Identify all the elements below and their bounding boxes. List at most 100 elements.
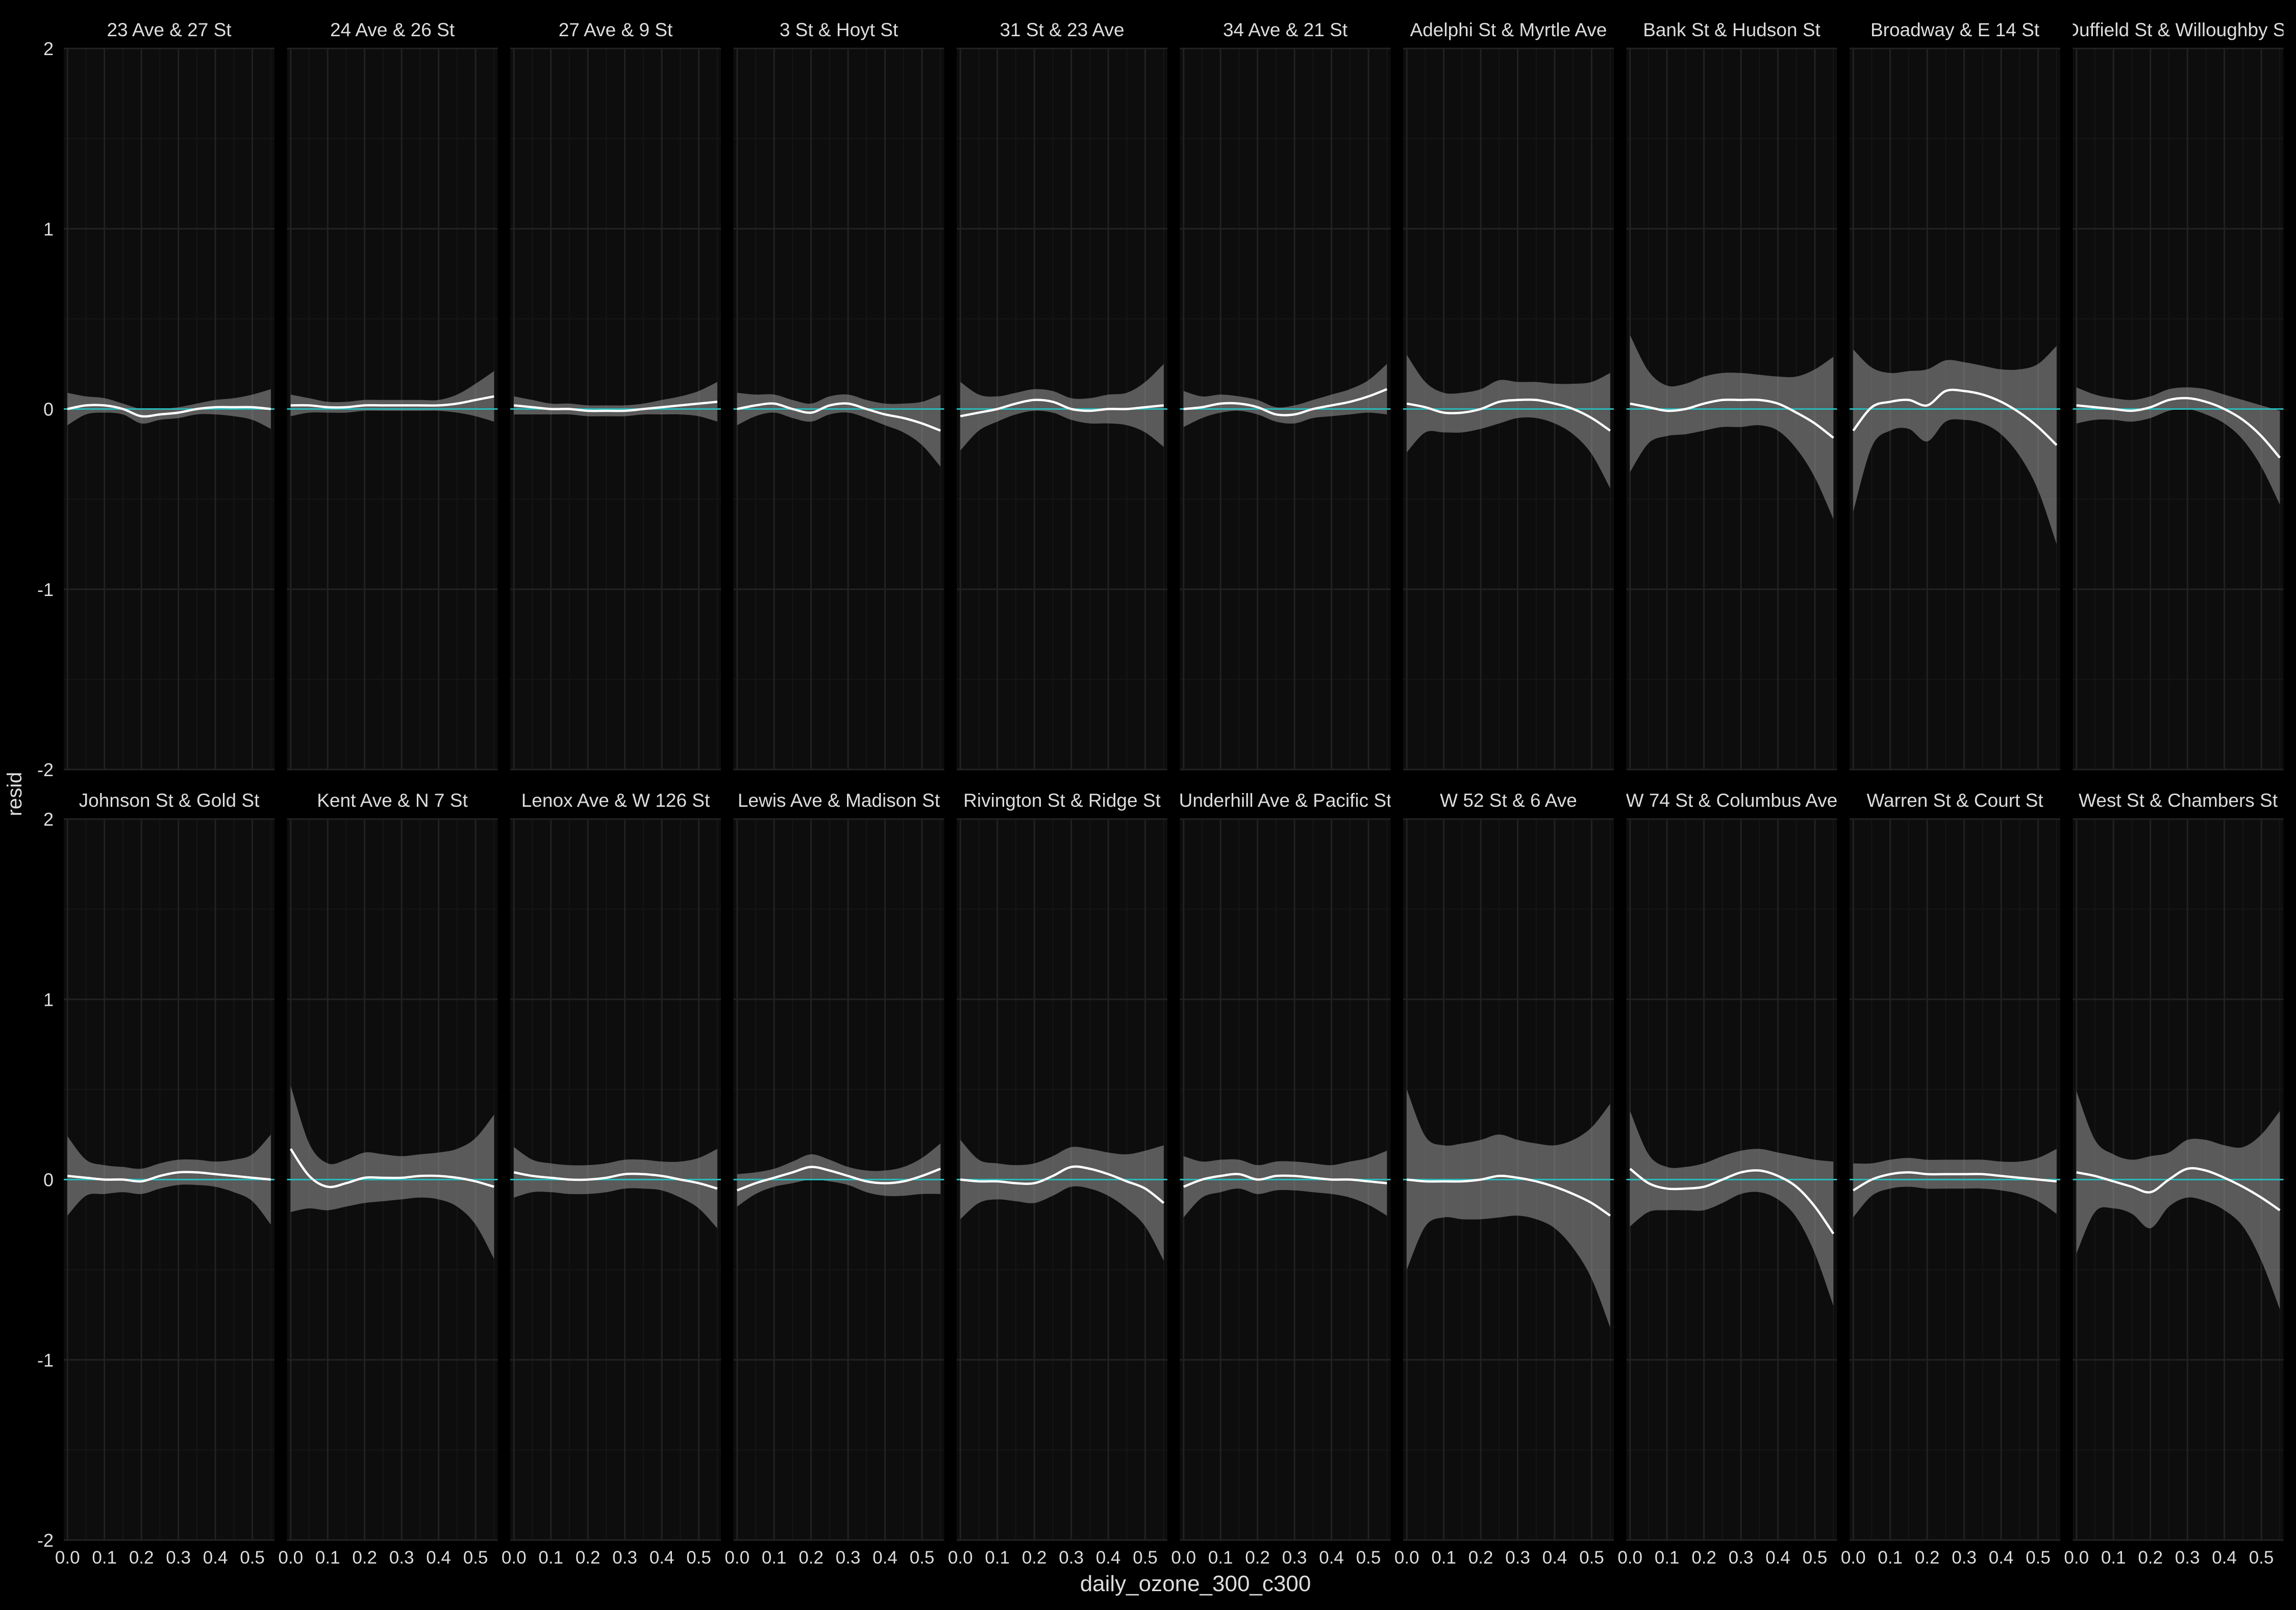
x-tick-label: 0.3: [836, 1548, 861, 1568]
x-tick-label: 0.5: [1356, 1548, 1381, 1568]
x-tick-label: 0.0: [2064, 1548, 2089, 1568]
facet-panel: Lewis Ave & Madison St 0.0 0.1 0.2 0.3 0.4 0.5: [725, 790, 944, 1568]
facet-panel: 23 Ave & 27 St -2 -1 0 1 2: [37, 19, 274, 780]
x-tick-label: 0.3: [389, 1548, 414, 1568]
facet-strip-label: Warren St & Court St: [1866, 790, 2043, 811]
facet-strip-label: Johnson St & Gold St: [79, 790, 260, 811]
x-tick-label: 0.4: [203, 1548, 228, 1568]
x-tick-label: 0.4: [650, 1548, 675, 1568]
x-tick-label: 0.1: [92, 1548, 117, 1568]
facet-strip-label: West St & Chambers St: [2079, 790, 2278, 811]
x-tick-label: 0.0: [1617, 1548, 1642, 1568]
y-tick-label: -2: [37, 1530, 54, 1551]
facet-strip-label: 34 Ave & 21 St: [1223, 19, 1348, 40]
x-tick-label: 0.5: [2026, 1548, 2051, 1568]
facet-strip-label: Lenox Ave & W 126 St: [521, 790, 710, 811]
facet-panel: West St & Chambers St 0.0 0.1 0.2 0.3 0.4 0.5: [2064, 790, 2284, 1568]
x-tick-label: 0.4: [1765, 1548, 1790, 1568]
facet-strip-label: 27 Ave & 9 St: [559, 19, 673, 40]
x-tick-label: 0.3: [612, 1548, 637, 1568]
x-tick-label: 0.3: [1952, 1548, 1977, 1568]
y-tick-label: -2: [37, 759, 54, 780]
x-tick-label: 0.0: [1394, 1548, 1419, 1568]
facet-strip-label: Adelphi St & Myrtle Ave: [1410, 19, 1607, 40]
x-tick-label: 0.5: [1579, 1548, 1604, 1568]
x-axis-title: daily_ozone_300_c300: [1080, 1571, 1311, 1596]
facet-strip-label: Duffield St & Willoughby St: [2065, 19, 2291, 40]
x-tick-label: 0.3: [2175, 1548, 2200, 1568]
x-tick-label: 0.2: [576, 1548, 601, 1568]
facet-panel: Rivington St & Ridge St 0.0 0.1 0.2 0.3 0.4 0.…: [948, 790, 1167, 1568]
panels-layer: 23 Ave & 27 St -2 -1 0 1 2 24 Ave & 26 St 27 Av…: [37, 19, 2291, 1568]
x-tick-label: 0.2: [1468, 1548, 1493, 1568]
x-tick-label: 0.2: [798, 1548, 823, 1568]
x-tick-label: 0.1: [1431, 1548, 1456, 1568]
facet-strip-label: 3 St & Hoyt St: [780, 19, 899, 40]
x-tick-label: 0.5: [240, 1548, 265, 1568]
x-tick-label: 0.4: [872, 1548, 897, 1568]
x-tick-label: 0.1: [538, 1548, 563, 1568]
x-tick-label: 0.0: [278, 1548, 303, 1568]
x-tick-label: 0.3: [1505, 1548, 1530, 1568]
x-tick-label: 0.2: [2138, 1548, 2163, 1568]
x-tick-label: 0.0: [55, 1548, 80, 1568]
x-tick-label: 0.1: [315, 1548, 340, 1568]
facet-strip-label: Underhill Ave & Pacific St: [1179, 790, 1392, 811]
facet-panel: 31 St & 23 Ave: [957, 19, 1167, 771]
facet-panel: Kent Ave & N 7 St 0.0 0.1 0.2 0.3 0.4 0.5: [278, 790, 498, 1568]
facet-panel: Bank St & Hudson St: [1626, 19, 1837, 771]
x-tick-label: 0.1: [1208, 1548, 1233, 1568]
x-tick-label: 0.4: [1096, 1548, 1121, 1568]
x-tick-label: 0.3: [1059, 1548, 1084, 1568]
facet-strip-label: Lewis Ave & Madison St: [738, 790, 940, 811]
x-tick-label: 0.3: [1729, 1548, 1754, 1568]
facet-panel: Warren St & Court St 0.0 0.1 0.2 0.3 0.4 0.5: [1841, 790, 2060, 1568]
facet-strip-label: W 74 St & Columbus Ave: [1626, 790, 1838, 811]
y-axis-title: resid: [4, 772, 26, 816]
x-tick-label: 0.1: [2101, 1548, 2126, 1568]
x-tick-label: 0.1: [762, 1548, 787, 1568]
x-tick-label: 0.4: [1319, 1548, 1344, 1568]
facet-panel: 3 St & Hoyt St: [733, 19, 944, 771]
x-tick-label: 0.4: [1542, 1548, 1567, 1568]
x-tick-label: 0.2: [129, 1548, 154, 1568]
y-tick-label: -1: [37, 579, 54, 600]
facet-panel: 34 Ave & 21 St: [1180, 19, 1391, 771]
y-tick-label: 2: [43, 809, 54, 830]
x-tick-label: 0.0: [725, 1548, 750, 1568]
x-tick-label: 0.0: [502, 1548, 527, 1568]
facet-panel: Johnson St & Gold St -2 -1 0 1 2 0.0 0.1 0.2 0.3 0…: [37, 790, 274, 1568]
x-tick-label: 0.3: [166, 1548, 191, 1568]
x-tick-label: 0.5: [2249, 1548, 2274, 1568]
x-tick-label: 0.5: [1133, 1548, 1158, 1568]
x-tick-label: 0.5: [463, 1548, 488, 1568]
facet-panel: Broadway & E 14 St: [1850, 19, 2060, 771]
x-tick-label: 0.1: [1655, 1548, 1680, 1568]
y-tick-label: 1: [43, 989, 54, 1010]
facet-strip-label: Broadway & E 14 St: [1870, 19, 2040, 40]
facet-panel: Duffield St & Willoughby St: [2065, 19, 2291, 771]
y-tick-label: 0: [43, 399, 54, 420]
facet-panel: Lenox Ave & W 126 St 0.0 0.1 0.2 0.3 0.4 0.5: [502, 790, 721, 1568]
faceted-residual-chart: 23 Ave & 27 St -2 -1 0 1 2 24 Ave & 26 St 27 Av…: [0, 0, 2296, 1607]
chart-svg: 23 Ave & 27 St -2 -1 0 1 2 24 Ave & 26 St 27 Av…: [4, 19, 2291, 1596]
x-tick-label: 0.2: [1915, 1548, 1940, 1568]
facet-strip-label: 31 St & 23 Ave: [1000, 19, 1124, 40]
y-tick-label: 2: [43, 38, 54, 59]
facet-strip-label: 24 Ave & 26 St: [330, 19, 455, 40]
x-tick-label: 0.4: [426, 1548, 451, 1568]
x-tick-label: 0.3: [1282, 1548, 1307, 1568]
facet-panel: Underhill Ave & Pacific St 0.0 0.1 0.2 0.3 0.…: [1171, 790, 1392, 1568]
x-tick-label: 0.5: [686, 1548, 711, 1568]
facet-strip-label: Kent Ave & N 7 St: [317, 790, 468, 811]
facet-panel: Adelphi St & Myrtle Ave: [1403, 19, 1614, 771]
x-tick-label: 0.2: [352, 1548, 377, 1568]
y-tick-label: 1: [43, 218, 54, 239]
y-tick-label: -1: [37, 1350, 54, 1371]
facet-panel: 24 Ave & 26 St: [287, 19, 498, 771]
x-tick-label: 0.1: [1878, 1548, 1903, 1568]
facet-strip-label: 23 Ave & 27 St: [107, 19, 232, 40]
x-tick-label: 0.1: [985, 1548, 1010, 1568]
y-tick-label: 0: [43, 1170, 54, 1191]
facet-strip-label: Bank St & Hudson St: [1643, 19, 1820, 40]
